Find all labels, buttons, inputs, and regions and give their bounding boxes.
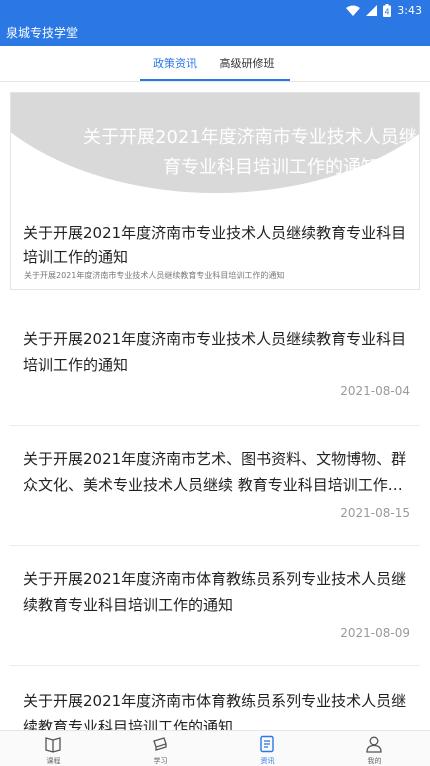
app-title: 泉城专技学堂	[6, 26, 79, 40]
news-title: 关于开展2021年度济南市艺术、图书资料、文物博物、群众文化、美术专业技术人员继…	[23, 450, 407, 494]
banner-text-line-1: 关于开展2021年度济南市专业技术人员继	[83, 127, 417, 148]
books-icon	[153, 737, 167, 751]
news-date: 2021-08-15	[340, 506, 410, 520]
news-list-item[interactable]: 关于开展2021年度济南市艺术、图书资料、文物博物、群众文化、美术专业技术人员继…	[10, 428, 420, 546]
banner-text-line-2: 育专业科目培训工作的通知	[163, 157, 379, 178]
featured-news-title: 关于开展2021年度济南市专业技术人员继续教育专业科目培训工作的通知	[23, 224, 407, 266]
featured-news-card[interactable]: 关于开展2021年度济南市专业技术人员继 育专业科目培训工作的通知 关于开展20…	[10, 92, 420, 290]
nav-study-label: 学习	[153, 757, 168, 765]
featured-banner-image: 关于开展2021年度济南市专业技术人员继 育专业科目培训工作的通知	[11, 93, 419, 211]
tab-advanced-seminar[interactable]: 高级研修班	[212, 46, 282, 82]
status-bar: 4 3:43	[0, 0, 430, 20]
wifi-icon	[346, 5, 361, 16]
nav-courses-label: 课程	[46, 757, 61, 765]
news-title: 关于开展2021年度济南市专业技术人员继续教育专业科目培训工作的通知	[23, 330, 407, 374]
active-tab-indicator	[140, 79, 290, 81]
document-icon	[260, 735, 274, 753]
bottom-navigation: 课程 学习 资讯 我的	[0, 730, 430, 766]
featured-news-subtitle: 关于开展2021年度济南市专业技术人员继续教育专业科目培训工作的通知	[24, 271, 285, 280]
news-date: 2021-08-09	[340, 626, 410, 640]
nav-profile-label: 我的	[367, 757, 382, 765]
nav-profile[interactable]: 我的	[321, 731, 428, 766]
app-bar: 泉城专技学堂	[0, 20, 430, 46]
battery-icon: 4	[383, 3, 392, 17]
nav-news-label: 资讯	[260, 757, 275, 765]
news-title: 关于开展2021年度济南市体育教练员系列专业技术人员继续教育专业科目培训工作的通…	[23, 692, 407, 730]
nav-courses[interactable]: 课程	[0, 731, 107, 766]
signal-icon	[366, 4, 378, 16]
book-icon	[45, 737, 61, 753]
person-icon	[366, 736, 382, 753]
nav-study[interactable]: 学习	[107, 731, 214, 766]
nav-news[interactable]: 资讯	[214, 731, 321, 766]
tab-bar: 政策资讯 高级研修班	[0, 46, 430, 82]
news-list-item[interactable]: 关于开展2021年度济南市专业技术人员继续教育专业科目培训工作的通知 2021-…	[10, 308, 420, 426]
status-time: 3:43	[397, 3, 422, 17]
news-title: 关于开展2021年度济南市体育教练员系列专业技术人员继续教育专业科目培训工作的通…	[23, 570, 407, 614]
news-list-item[interactable]: 关于开展2021年度济南市体育教练员系列专业技术人员继续教育专业科目培训工作的通…	[10, 670, 420, 730]
news-date: 2021-08-04	[340, 384, 410, 398]
tab-policy-news[interactable]: 政策资讯	[140, 46, 210, 82]
status-icons: 4 3:43	[346, 2, 422, 18]
news-list-item[interactable]: 关于开展2021年度济南市体育教练员系列专业技术人员继续教育专业科目培训工作的通…	[10, 548, 420, 666]
battery-level: 4	[385, 7, 390, 16]
